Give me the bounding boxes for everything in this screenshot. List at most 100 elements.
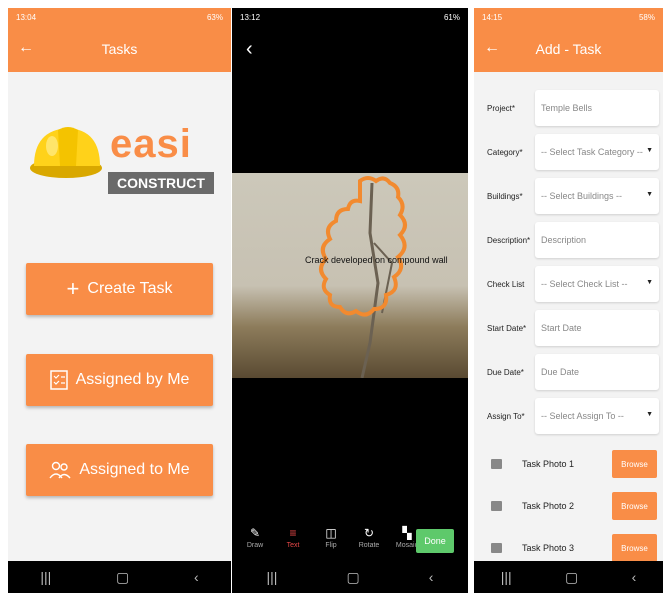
form-row-description: Description* Description [474,222,663,260]
start-date-label: Start Date* [487,324,527,333]
tool-draw-label: Draw [246,541,264,549]
phone-tasks-screen: 13:04 63% ← Tasks easi CONSTRUCT + Creat… [8,8,231,593]
team-icon [49,460,71,480]
rotate-icon: ↻ [363,525,375,540]
page-title: Tasks [101,41,138,57]
category-value: -- Select Task Category -- [541,147,643,157]
project-value: Temple Bells [541,103,593,113]
due-date-input[interactable]: Due Date [535,354,659,390]
dropdown-caret-icon: ▼ [646,279,653,286]
form-row-start-date: Start Date* Start Date [474,310,663,348]
assigned-to-me-button[interactable]: Assigned to Me [26,444,213,496]
task-photo-2-label: Task Photo 2 [522,501,575,511]
buildings-select[interactable]: -- Select Buildings -- ▼ [535,178,659,214]
recents-icon[interactable]: ||| [40,569,51,585]
tool-mosaic-label: Mosaic [395,541,419,549]
phone-photo-editor: 13:12 61% ‹ Crack developed on compound … [232,8,468,593]
text-icon: ≡ [289,525,297,540]
logo-word-construct: CONSTRUCT [108,172,214,194]
status-time: 13:12 [240,12,261,22]
home-icon[interactable]: ▢ [565,569,578,586]
image-icon [491,543,502,553]
assigned-to-me-label: Assigned to Me [79,461,190,478]
project-label: Project* [487,104,516,113]
status-battery: 58% [638,12,655,22]
status-bar: 13:04 63% [8,8,231,26]
wall-photo[interactable]: Crack developed on compound wall [232,173,468,378]
browse-photo-2-button[interactable]: Browse [612,492,657,520]
task-photo-row-1: Task Photo 1 Browse [474,450,663,480]
form-row-project: Project* Temple Bells [474,90,663,128]
crack-annotation-drawing [319,176,407,378]
description-value: Description [541,235,587,245]
task-photo-1-label: Task Photo 1 [522,459,575,469]
assign-to-label: Assign To* [487,412,525,421]
due-date-label: Due Date* [487,368,524,377]
form-row-category: Category* -- Select Task Category -- ▼ [474,134,663,172]
brush-icon: ✎ [249,525,261,540]
status-battery: 61% [443,12,460,22]
chevron-left-icon[interactable]: ‹ [246,38,253,61]
task-photo-row-3: Task Photo 3 Browse [474,534,663,564]
tool-rotate[interactable]: ↻ Rotate [354,526,384,549]
home-icon[interactable]: ▢ [116,569,129,586]
status-battery: 63% [206,12,223,22]
browse-photo-3-button[interactable]: Browse [612,534,657,562]
buildings-value: -- Select Buildings -- [541,191,623,201]
checklist-icon [49,370,68,390]
browse-photo-1-button[interactable]: Browse [612,450,657,478]
dropdown-caret-icon: ▼ [646,147,653,154]
start-date-value: Start Date [541,323,582,333]
form-row-buildings: Buildings* -- Select Buildings -- ▼ [474,178,663,216]
back-icon[interactable]: ‹ [429,569,434,585]
create-task-label: Create Task [87,280,173,297]
status-time: 14:15 [482,12,503,22]
due-date-value: Due Date [541,367,580,377]
checklist-select[interactable]: -- Select Check List -- ▼ [535,266,659,302]
category-label: Category* [487,148,523,157]
checklist-value: -- Select Check List -- [541,279,628,289]
assign-to-value: -- Select Assign To -- [541,411,624,421]
assign-to-select[interactable]: -- Select Assign To -- ▼ [535,398,659,434]
phone-add-task-screen: 14:15 58% ← Add - Task Project* Temple B… [474,8,663,593]
tool-flip[interactable]: ◫ Flip [316,526,346,549]
app-bar: ← Add - Task [474,26,663,72]
recents-icon[interactable]: ||| [267,569,278,585]
tool-text-label: Text [286,541,300,549]
recents-icon[interactable]: ||| [501,569,512,585]
task-photo-row-2: Task Photo 2 Browse [474,492,663,522]
tool-rotate-label: Rotate [358,541,380,549]
task-photo-3-label: Task Photo 3 [522,543,575,553]
plus-icon: + [66,276,80,301]
status-time: 13:04 [16,12,37,22]
dropdown-caret-icon: ▼ [646,411,653,418]
description-label: Description* [487,236,531,245]
easi-construct-logo: easi CONSTRUCT [28,116,218,206]
assigned-by-me-label: Assigned by Me [75,371,190,388]
back-icon[interactable]: ‹ [194,569,199,585]
project-input[interactable]: Temple Bells [535,90,659,126]
form-row-assign-to: Assign To* -- Select Assign To -- ▼ [474,398,663,436]
create-task-button[interactable]: + Create Task [26,263,213,315]
status-bar: 13:12 61% [232,8,468,26]
start-date-input[interactable]: Start Date [535,310,659,346]
page-title: Add - Task [535,41,602,57]
description-input[interactable]: Description [535,222,659,258]
done-button[interactable]: Done [416,529,454,553]
photo-caption-text[interactable]: Crack developed on compound wall [305,255,448,265]
assigned-by-me-button[interactable]: Assigned by Me [26,354,213,406]
tool-draw[interactable]: ✎ Draw [240,526,270,549]
android-nav-bar: ||| ▢ ‹ [474,561,663,593]
category-select[interactable]: -- Select Task Category -- ▼ [535,134,659,170]
app-bar: ← Tasks [8,26,231,72]
back-icon[interactable]: ‹ [632,569,637,585]
flip-icon: ◫ [325,525,337,540]
image-icon [491,459,502,469]
tool-flip-label: Flip [325,541,337,549]
tool-text[interactable]: ≡ Text [278,526,308,549]
home-icon[interactable]: ▢ [346,569,359,586]
buildings-label: Buildings* [487,192,523,201]
form-row-checklist: Check List -- Select Check List -- ▼ [474,266,663,304]
android-nav-bar: ||| ▢ ‹ [232,561,468,593]
form-row-due-date: Due Date* Due Date [474,354,663,392]
